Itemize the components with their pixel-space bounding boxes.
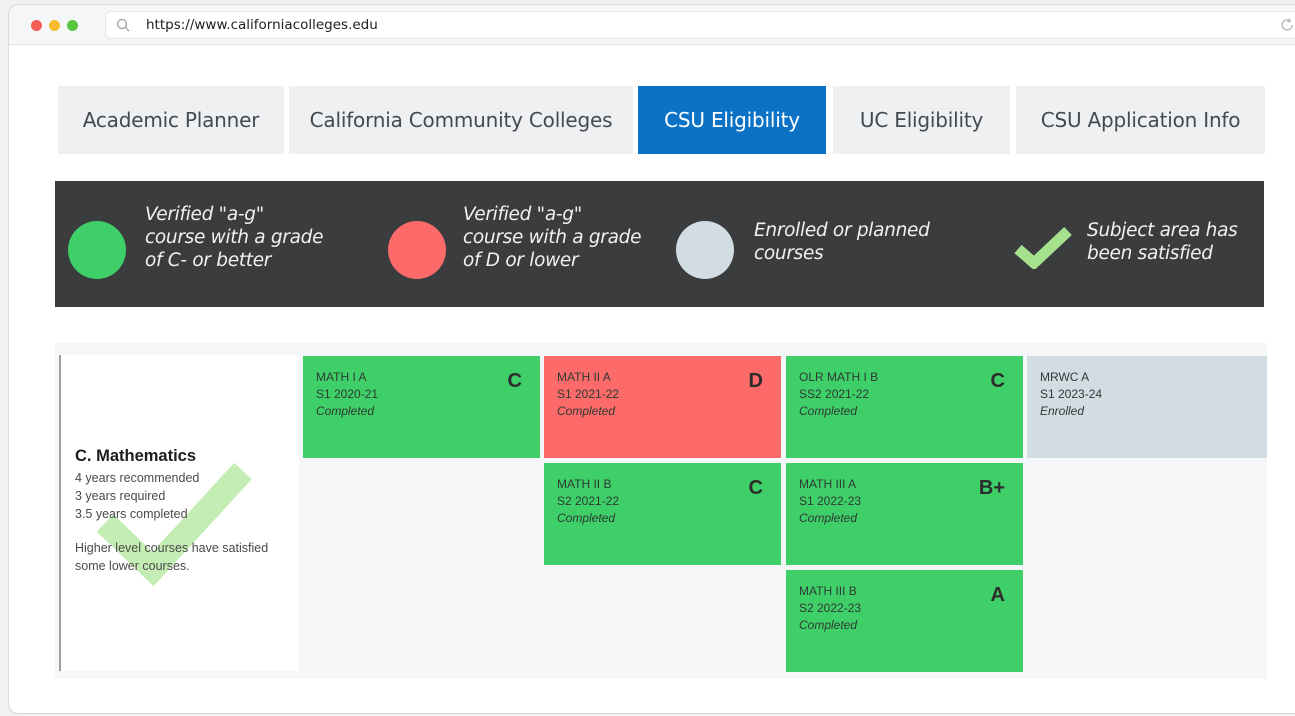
course-card[interactable]: MATH III A S1 2022-23 Completed B+: [786, 463, 1023, 565]
checkmark-icon: [1014, 226, 1072, 269]
course-grade: C: [990, 370, 1005, 392]
legend-enrolled-label: Enrolled or planned courses: [754, 220, 930, 264]
maximize-window-button[interactable]: [67, 20, 78, 31]
browser-window: https://www.californiacolleges.edu Acade…: [8, 4, 1295, 714]
tab-academic-planner[interactable]: Academic Planner: [58, 86, 284, 154]
url-text: https://www.californiacolleges.edu: [146, 17, 378, 33]
course-card[interactable]: MATH III B S2 2022-23 Completed A: [786, 570, 1023, 672]
subject-note-line-2: some lower courses.: [75, 559, 190, 573]
subject-panel: C. Mathematics 4 years recommended 3 yea…: [59, 355, 299, 671]
course-card[interactable]: MATH II A S1 2021-22 Completed D: [544, 356, 781, 458]
course-grade: C: [748, 477, 763, 499]
browser-titlebar: https://www.californiacolleges.edu: [9, 5, 1295, 45]
course-code: MATH II A: [557, 370, 611, 384]
course-term: S1 2021-22: [557, 387, 620, 401]
course-code: MATH I A: [316, 370, 367, 384]
course-grade: C: [507, 370, 522, 392]
course-card[interactable]: MATH II B S2 2021-22 Completed C: [544, 463, 781, 565]
legend-verified-low-swatch: [388, 221, 446, 279]
course-status: Completed: [316, 404, 375, 418]
minimize-window-button[interactable]: [49, 20, 60, 31]
course-status: Completed: [799, 511, 858, 525]
tab-csu-application-info[interactable]: CSU Application Info: [1016, 86, 1265, 154]
course-card[interactable]: MRWC A S1 2023-24 Enrolled: [1027, 356, 1267, 458]
legend-verified-low-label: Verified "a-g" course with a grade of D …: [463, 204, 642, 271]
course-code: MATH III B: [799, 584, 857, 598]
tab-csu-eligibility[interactable]: CSU Eligibility: [638, 86, 826, 154]
course-term: S1 2020-21: [316, 387, 379, 401]
course-term: SS2 2021-22: [799, 387, 870, 401]
course-status: Completed: [557, 404, 616, 418]
course-code: MATH III A: [799, 477, 857, 491]
course-term: S2 2022-23: [799, 601, 862, 615]
course-grade: D: [748, 370, 763, 392]
course-code: MATH II B: [557, 477, 612, 491]
course-term: S1 2022-23: [799, 494, 862, 508]
course-status: Completed: [799, 618, 858, 632]
tab-uc-eligibility[interactable]: UC Eligibility: [833, 86, 1010, 154]
reload-icon[interactable]: [1279, 17, 1295, 33]
course-card[interactable]: OLR MATH I B SS2 2021-22 Completed C: [786, 356, 1023, 458]
legend-verified-pass-swatch: [68, 221, 126, 279]
search-icon: [116, 18, 130, 32]
course-grade: B+: [978, 477, 1005, 499]
legend-satisfied-label: Subject area has been satisfied: [1087, 220, 1238, 264]
legend-panel: Verified "a-g" course with a grade of C-…: [55, 181, 1264, 307]
course-status: Completed: [557, 511, 616, 525]
subject-recommended: 4 years recommended: [75, 471, 200, 485]
address-bar[interactable]: https://www.californiacolleges.edu: [105, 11, 1295, 39]
close-window-button[interactable]: [31, 20, 42, 31]
subject-title: C. Mathematics: [75, 447, 197, 465]
tab-california-community-colleges[interactable]: California Community Colleges: [289, 86, 633, 154]
legend-enrolled-swatch: [676, 221, 734, 279]
course-status: Enrolled: [1040, 404, 1085, 418]
course-term: S2 2021-22: [557, 494, 620, 508]
subject-completed: 3.5 years completed: [75, 507, 188, 521]
course-term: S1 2023-24: [1040, 387, 1103, 401]
course-card[interactable]: MATH I A S1 2020-21 Completed C: [303, 356, 540, 458]
subject-required: 3 years required: [75, 489, 166, 503]
course-code: MRWC A: [1040, 370, 1090, 384]
course-grade: A: [990, 584, 1005, 606]
subject-note-line-1: Higher level courses have satisfied: [75, 541, 269, 555]
course-status: Completed: [799, 404, 858, 418]
course-code: OLR MATH I B: [799, 370, 879, 384]
legend-verified-pass-label: Verified "a-g" course with a grade of C-…: [145, 204, 324, 271]
